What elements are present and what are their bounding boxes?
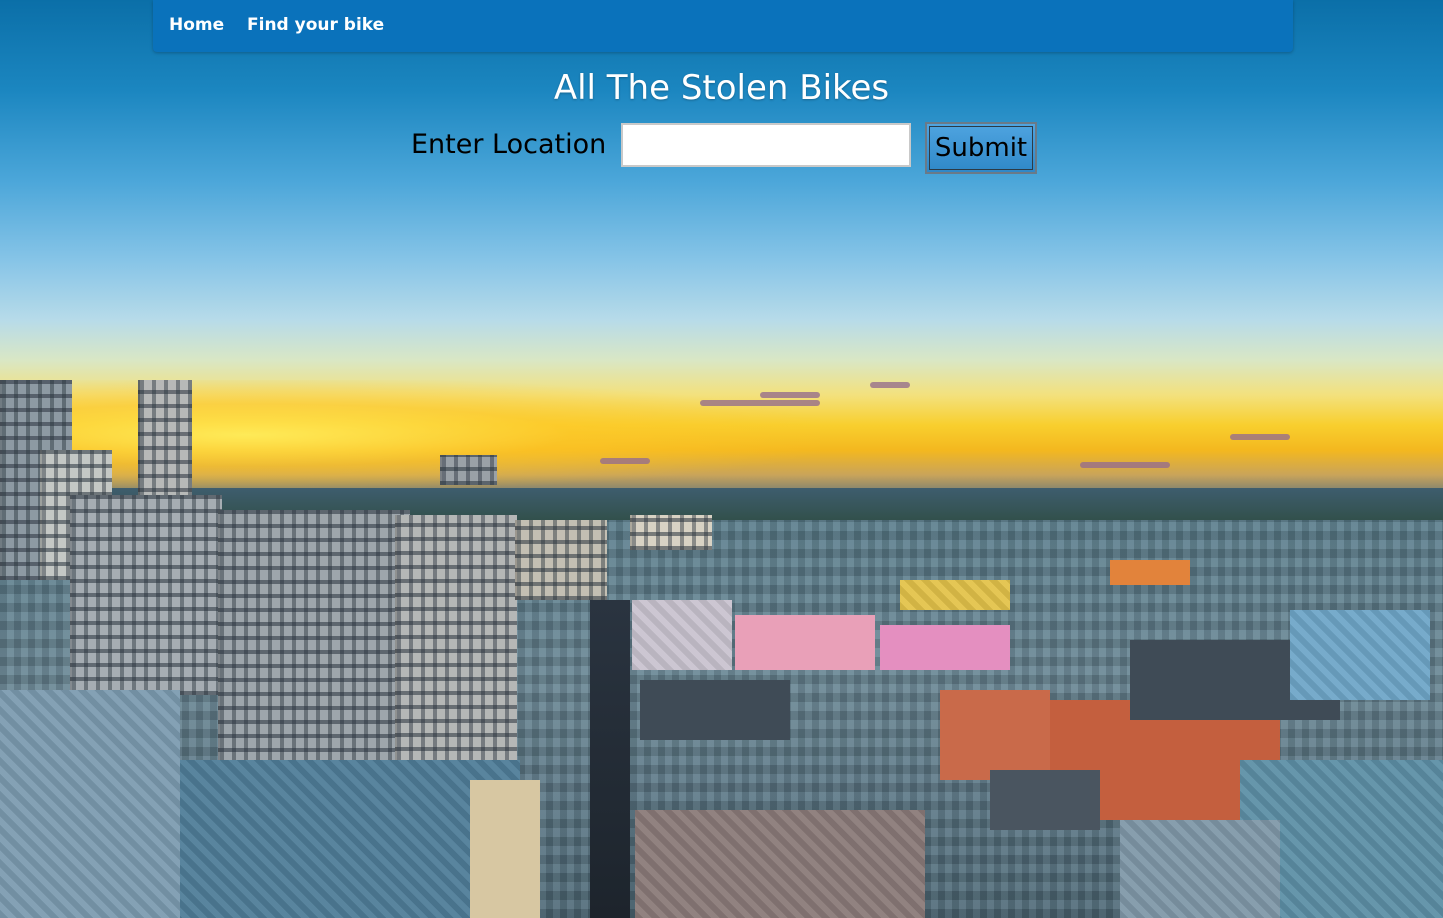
- nav-link-find-your-bike[interactable]: Find your bike: [247, 0, 384, 52]
- background-rooftop: [1110, 560, 1190, 585]
- background-building: [515, 520, 607, 600]
- background-cloud: [600, 458, 650, 464]
- background-rooftop: [640, 680, 790, 740]
- location-label: Enter Location: [411, 129, 607, 160]
- background-sunset-glow: [0, 380, 820, 490]
- background-rooftop: [990, 770, 1100, 830]
- background-cloud: [870, 382, 910, 388]
- background-rooftop: [880, 625, 1010, 670]
- background-rooftop: [0, 690, 180, 918]
- background-cloud: [760, 392, 820, 398]
- location-input[interactable]: [621, 123, 911, 167]
- location-search-form: Enter Location Submit: [0, 122, 1443, 176]
- background-rooftop: [735, 615, 875, 670]
- background-rooftop: [140, 760, 520, 918]
- background-street: [590, 600, 630, 918]
- background-cloud: [700, 400, 820, 406]
- background-building: [70, 495, 222, 695]
- page-title: All The Stolen Bikes: [553, 68, 890, 108]
- top-navbar: Home Find your bike: [153, 0, 1293, 52]
- background-building: [218, 510, 410, 780]
- background-rooftop: [940, 690, 1050, 780]
- background-building: [630, 515, 712, 550]
- page: Home Find your bike All The Stolen Bikes…: [0, 0, 1443, 918]
- submit-button[interactable]: Submit: [925, 122, 1037, 174]
- background-cloud: [1080, 462, 1170, 468]
- background-rooftop: [900, 580, 1010, 610]
- background-rooftop: [1290, 610, 1430, 700]
- background-building: [395, 515, 517, 765]
- background-rooftop: [1120, 820, 1280, 918]
- background-rooftop: [470, 780, 540, 918]
- background-cloud: [1230, 434, 1290, 440]
- nav-link-home[interactable]: Home: [169, 0, 224, 52]
- background-rooftop: [635, 810, 925, 918]
- background-building: [440, 455, 497, 485]
- background-rooftop: [632, 600, 732, 670]
